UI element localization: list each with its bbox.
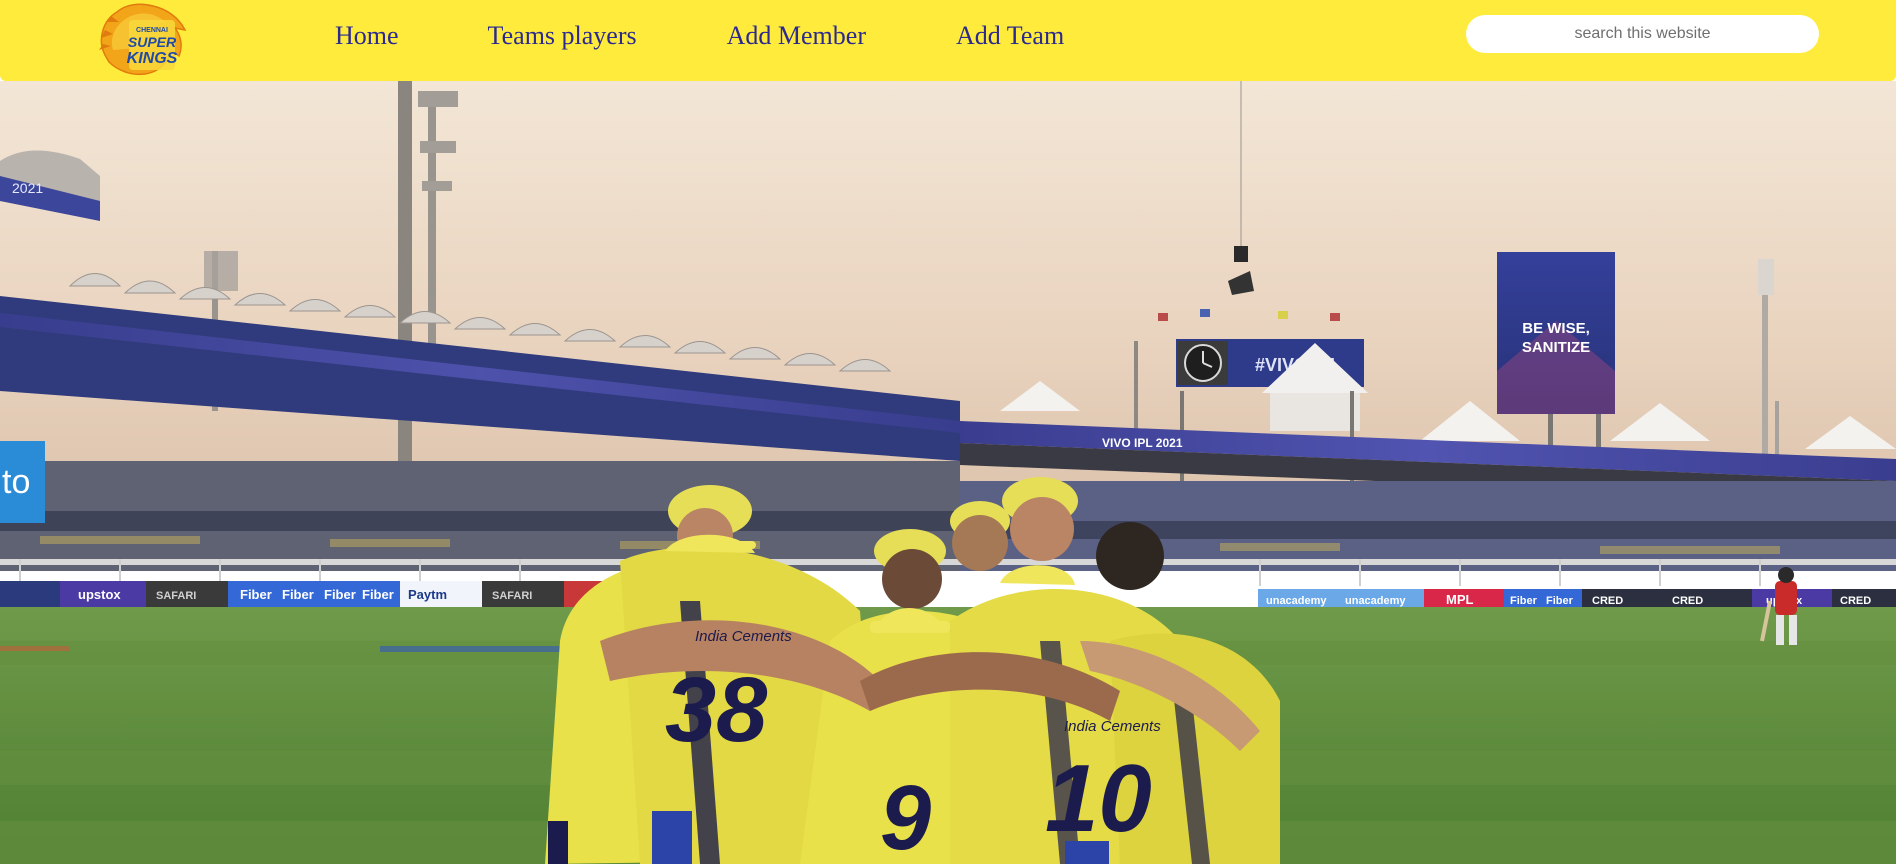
top-nav-bar: CHENNAI SUPER KINGS Home Teams players A… bbox=[0, 0, 1896, 81]
stand-banner: VIVO IPL 2021 bbox=[1102, 436, 1183, 450]
ad-fiber-5: Fiber bbox=[1510, 595, 1538, 607]
billboard-text-bottom: SANITIZE bbox=[1522, 339, 1590, 356]
ad-safari-1: SAFARI bbox=[156, 590, 196, 602]
ad-cred-3: CRED bbox=[1840, 595, 1871, 607]
ad-fiber-6: Fiber bbox=[1546, 595, 1574, 607]
jersey-number-9: 9 bbox=[880, 767, 931, 864]
left-screen-text: to bbox=[2, 463, 30, 501]
ad-fiber-1: Fiber bbox=[240, 587, 272, 602]
stand-banner-left: 2021 bbox=[12, 180, 43, 196]
logo-line-2: SUPER bbox=[128, 34, 177, 50]
ad-unacademy-1: unacademy bbox=[1266, 595, 1327, 607]
hero-image: BE WISE, SANITIZE #VIVO IPL bbox=[0, 81, 1896, 864]
ad-fiber-2: Fiber bbox=[282, 587, 314, 602]
stadium-team-huddle-photo: BE WISE, SANITIZE #VIVO IPL bbox=[0, 81, 1896, 864]
jersey-sponsor-2: India Cements bbox=[1064, 718, 1161, 735]
ad-safari-2: SAFARI bbox=[492, 590, 532, 602]
team-logo[interactable]: CHENNAI SUPER KINGS bbox=[95, 0, 193, 76]
ad-upstox-left: upstox bbox=[78, 587, 121, 602]
nav-link-teams-players[interactable]: Teams players bbox=[488, 18, 637, 54]
page: CHENNAI SUPER KINGS Home Teams players A… bbox=[0, 0, 1896, 864]
ad-cred-1: CRED bbox=[1592, 595, 1623, 607]
ad-fiber-3: Fiber bbox=[324, 587, 356, 602]
logo-line-1: CHENNAI bbox=[136, 27, 168, 34]
jersey-sponsor-1: India Cements bbox=[695, 628, 792, 645]
nav-link-home[interactable]: Home bbox=[335, 18, 399, 54]
nav-link-add-team[interactable]: Add Team bbox=[956, 18, 1064, 54]
main-navigation: Home Teams players Add Member Add Team bbox=[335, 18, 1064, 54]
logo-line-3: KINGS bbox=[127, 50, 178, 67]
billboard-text-top: BE WISE, bbox=[1522, 320, 1590, 337]
search-input[interactable] bbox=[1466, 15, 1819, 53]
ad-unacademy-2: unacademy bbox=[1345, 595, 1406, 607]
ad-paytm: Paytm bbox=[408, 587, 447, 602]
ad-mpl: MPL bbox=[1446, 592, 1474, 607]
nav-link-add-member[interactable]: Add Member bbox=[727, 18, 866, 54]
jersey-number-38: 38 bbox=[665, 659, 768, 761]
jersey-number-10: 10 bbox=[1045, 745, 1152, 852]
ad-fiber-4: Fiber bbox=[362, 587, 394, 602]
ad-cred-2: CRED bbox=[1672, 595, 1703, 607]
